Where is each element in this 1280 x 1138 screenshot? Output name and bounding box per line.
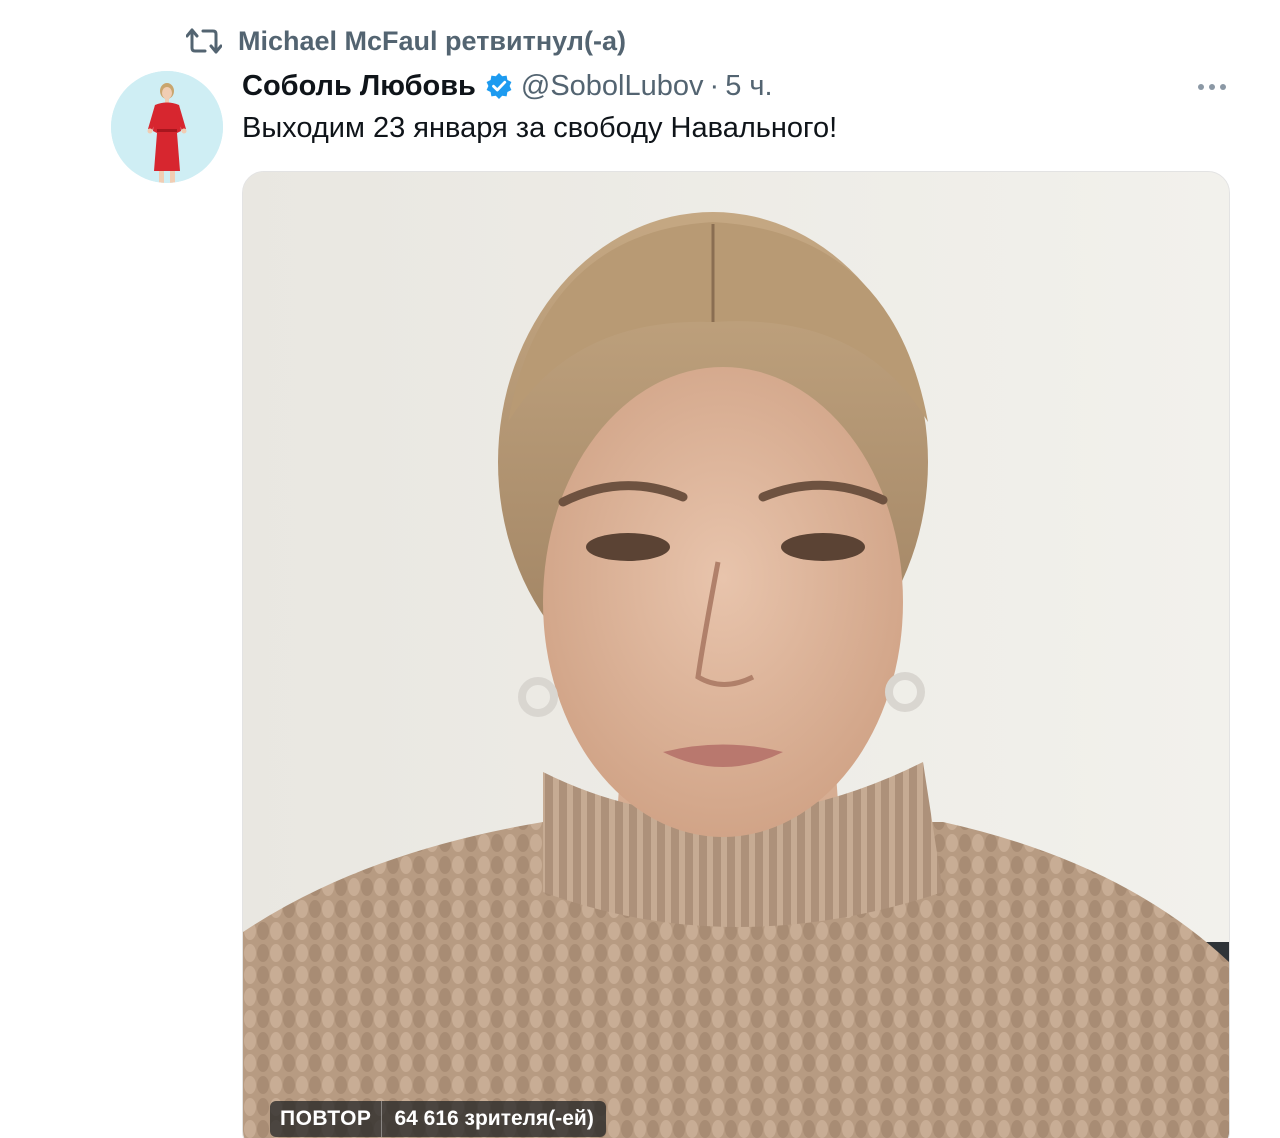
avatar[interactable] bbox=[111, 71, 223, 183]
video-frame bbox=[243, 172, 1229, 1138]
video-player[interactable] bbox=[242, 171, 1230, 1138]
tweet-text: Выходим 23 января за свободу Навального! bbox=[242, 112, 838, 144]
verified-badge-icon bbox=[485, 72, 513, 100]
retweet-label: Michael McFaul ретвитнул(-а) bbox=[238, 25, 626, 56]
retweet-icon bbox=[186, 27, 222, 55]
author-name[interactable]: Соболь Любовь bbox=[242, 70, 476, 103]
author-handle[interactable]: @SobolLubov bbox=[521, 70, 704, 103]
tweet-page: Michael McFaul ретвитнул(-а) Соболь Любо… bbox=[0, 0, 1280, 1138]
separator-dot: · bbox=[709, 69, 720, 102]
more-options-button[interactable] bbox=[1192, 70, 1232, 104]
more-options-icon bbox=[1197, 78, 1227, 96]
video-status-badges: ПОВТОР 64 616 зрителя(-ей) bbox=[270, 1101, 606, 1137]
tweet-time[interactable]: 5 ч. bbox=[725, 70, 772, 103]
replay-badge: ПОВТОР bbox=[270, 1101, 382, 1137]
viewers-count-badge: 64 616 зрителя(-ей) bbox=[381, 1101, 606, 1137]
retweet-header[interactable]: Michael McFaul ретвитнул(-а) bbox=[186, 22, 626, 60]
tweet-header: Соболь Любовь @SobolLubov · 5 ч. bbox=[242, 66, 773, 106]
